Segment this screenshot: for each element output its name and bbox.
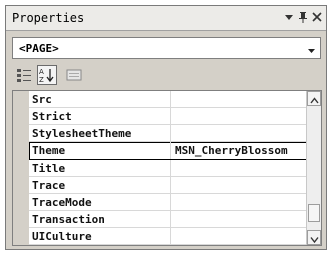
title-bar: Properties — [6, 6, 326, 31]
property-name: Strict — [32, 110, 72, 123]
column-divider — [170, 228, 171, 245]
property-name: UICulture — [32, 230, 92, 243]
property-row[interactable]: Strict — [13, 108, 307, 125]
properties-panel: Properties <PAGE> A Z Src Strict Stylesh… — [5, 5, 327, 250]
property-name: Src — [32, 93, 52, 106]
close-icon[interactable] — [310, 10, 324, 24]
property-name: TraceMode — [32, 196, 92, 209]
row-divider — [29, 244, 307, 245]
properties-toolbar: A Z — [12, 63, 321, 87]
panel-title: Properties — [12, 11, 85, 25]
property-grid: Src Strict StylesheetTheme Theme MSN_Che… — [12, 90, 322, 246]
column-divider — [170, 91, 171, 108]
svg-text:A: A — [39, 68, 44, 76]
property-name: Transaction — [32, 213, 105, 226]
svg-text:Z: Z — [39, 76, 44, 84]
alphabetical-sort-icon[interactable]: A Z — [37, 65, 57, 85]
property-row[interactable]: StylesheetTheme — [13, 125, 307, 142]
property-row[interactable]: Title — [13, 160, 307, 177]
column-divider — [170, 160, 171, 177]
property-row[interactable]: UICulture — [13, 228, 307, 245]
property-row[interactable]: Transaction — [13, 211, 307, 228]
property-row[interactable]: Trace — [13, 177, 307, 194]
property-value[interactable]: MSN_CherryBlossom — [175, 144, 288, 157]
column-divider — [170, 108, 171, 125]
scrollbar-thumb[interactable] — [308, 204, 320, 222]
column-divider — [170, 142, 171, 159]
column-divider — [170, 211, 171, 228]
vertical-scrollbar[interactable] — [306, 91, 321, 245]
categorized-icon[interactable] — [14, 65, 34, 85]
property-name: Theme — [32, 144, 66, 157]
chevron-down-icon[interactable] — [305, 42, 318, 55]
property-name: StylesheetTheme — [32, 127, 132, 140]
object-selector-value: <PAGE> — [19, 42, 59, 55]
column-divider — [170, 125, 171, 142]
scroll-up-button[interactable] — [307, 91, 321, 106]
property-row[interactable]: Src — [13, 91, 307, 108]
property-row-selected[interactable]: Theme MSN_CherryBlossom — [13, 142, 307, 160]
column-divider — [170, 177, 171, 194]
dropdown-arrow-icon[interactable] — [282, 10, 296, 24]
property-name: Title — [32, 162, 66, 175]
pin-icon[interactable] — [296, 10, 310, 24]
property-pages-icon[interactable] — [64, 65, 84, 85]
property-row[interactable]: TraceMode — [13, 194, 307, 211]
property-name: Trace — [32, 179, 66, 192]
scroll-down-button[interactable] — [307, 230, 321, 245]
object-selector[interactable]: <PAGE> — [12, 37, 321, 59]
column-divider — [170, 194, 171, 211]
